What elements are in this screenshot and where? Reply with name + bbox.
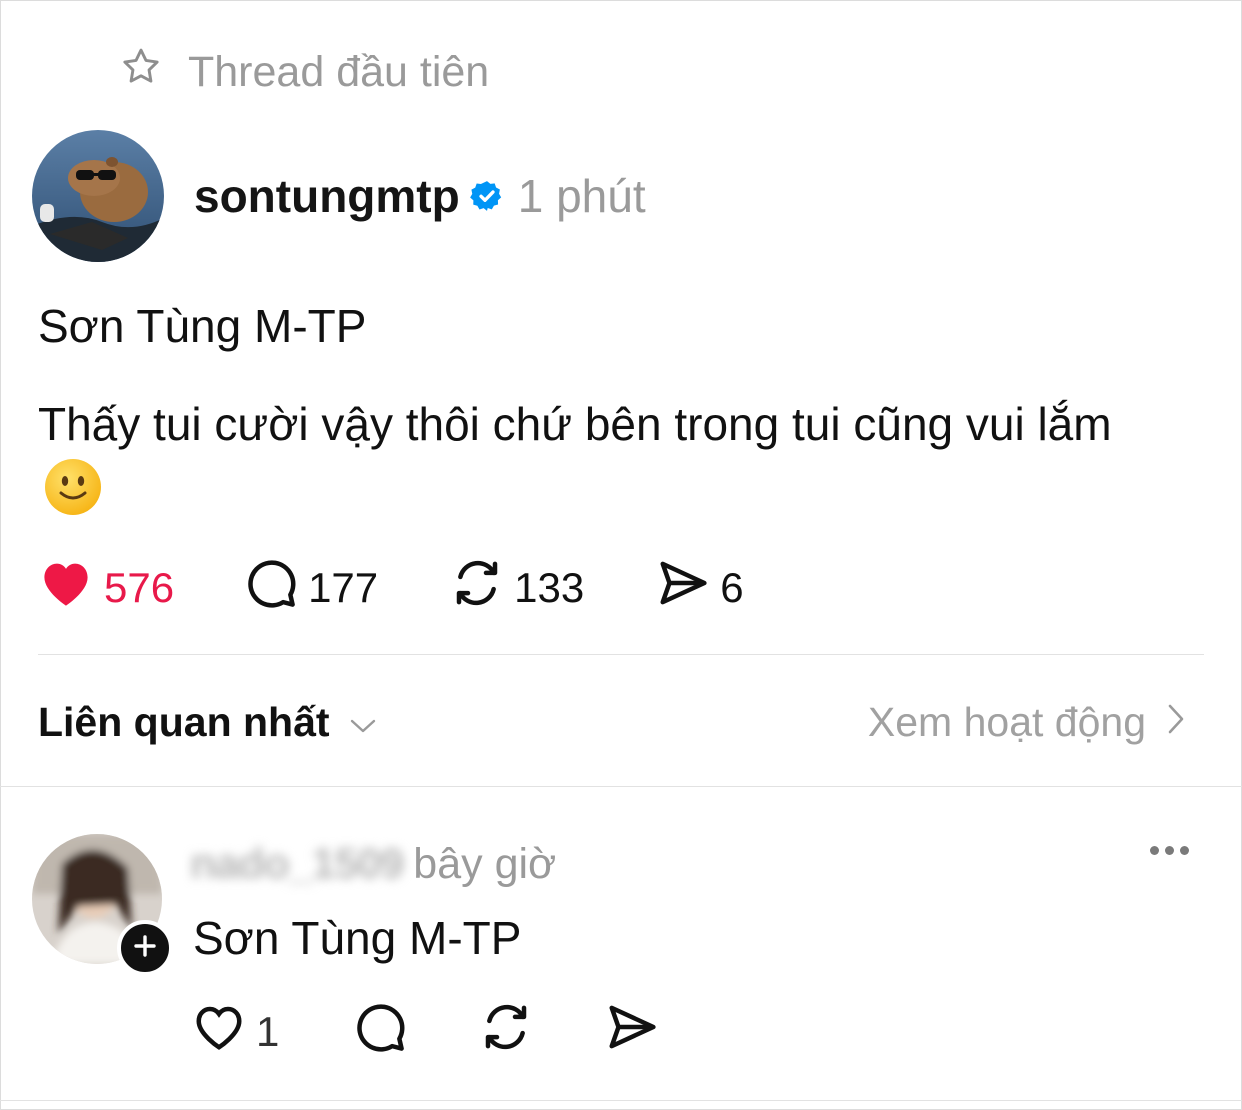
like-button[interactable]: 576 — [38, 558, 174, 618]
reply-actions: 1 — [192, 1002, 659, 1062]
comment-count: 177 — [308, 564, 379, 611]
send-icon — [656, 556, 710, 620]
send-icon — [605, 1000, 659, 1064]
reply-like-count: 1 — [256, 1008, 280, 1055]
reply-text: Sơn Tùng M-TP — [193, 912, 522, 964]
slightly-smiling-face-icon — [44, 458, 102, 534]
view-activity-link[interactable]: Xem hoạt động — [868, 694, 1186, 750]
reply-comment-button[interactable] — [353, 1000, 407, 1064]
reply-share-button[interactable] — [605, 1000, 659, 1064]
comment-button[interactable]: 177 — [244, 556, 378, 620]
divider — [38, 654, 1204, 655]
post-actions: 576 177 133 6 — [38, 558, 744, 618]
sort-label: Liên quan nhất — [38, 698, 330, 745]
post-author-line: Sơn Tùng M-TP — [38, 300, 367, 352]
star-outline-icon — [118, 45, 164, 100]
share-button[interactable]: 6 — [656, 556, 744, 620]
like-count: 576 — [104, 564, 175, 611]
heart-filled-icon — [38, 558, 94, 618]
comment-icon — [353, 1000, 407, 1064]
post-time: 1 phút — [517, 170, 646, 222]
post-body-text: Thấy tui cười vậy thôi chứ bên trong tui… — [38, 398, 1112, 450]
post-text: Thấy tui cười vậy thôi chứ bên trong tui… — [38, 390, 1188, 534]
reply-username[interactable]: nado_1509 — [190, 840, 404, 889]
repost-icon — [479, 1000, 533, 1064]
follow-plus-button[interactable] — [117, 920, 173, 976]
reply-header: nado_1509 bây giờ — [190, 838, 556, 890]
author-username[interactable]: sontungmtp — [194, 169, 460, 223]
sort-dropdown[interactable]: Liên quan nhất — [38, 694, 378, 750]
repost-button[interactable]: 133 — [450, 556, 584, 620]
reply-time: bây giờ — [413, 839, 557, 888]
heart-outline-icon — [192, 1002, 246, 1062]
author-avatar[interactable] — [32, 130, 164, 262]
chevron-right-icon — [1166, 699, 1186, 746]
chevron-down-icon — [348, 699, 378, 746]
view-activity-label: Xem hoạt động — [867, 698, 1146, 745]
section-divider — [0, 786, 1242, 787]
share-count: 6 — [720, 564, 744, 611]
first-thread-text: Thread đầu tiên — [188, 47, 490, 96]
more-options-icon[interactable] — [1150, 846, 1189, 855]
repost-icon — [450, 556, 504, 620]
first-thread-label: Thread đầu tiên — [118, 44, 489, 100]
comment-icon — [244, 556, 298, 620]
reply-like-button[interactable]: 1 — [192, 1002, 279, 1062]
bottom-divider — [0, 1100, 1242, 1101]
post-header: sontungmtp 1 phút — [194, 166, 646, 226]
plus-icon — [132, 933, 158, 964]
reply-repost-button[interactable] — [479, 1000, 533, 1064]
repost-count: 133 — [514, 564, 585, 611]
verified-badge-icon — [469, 179, 504, 213]
